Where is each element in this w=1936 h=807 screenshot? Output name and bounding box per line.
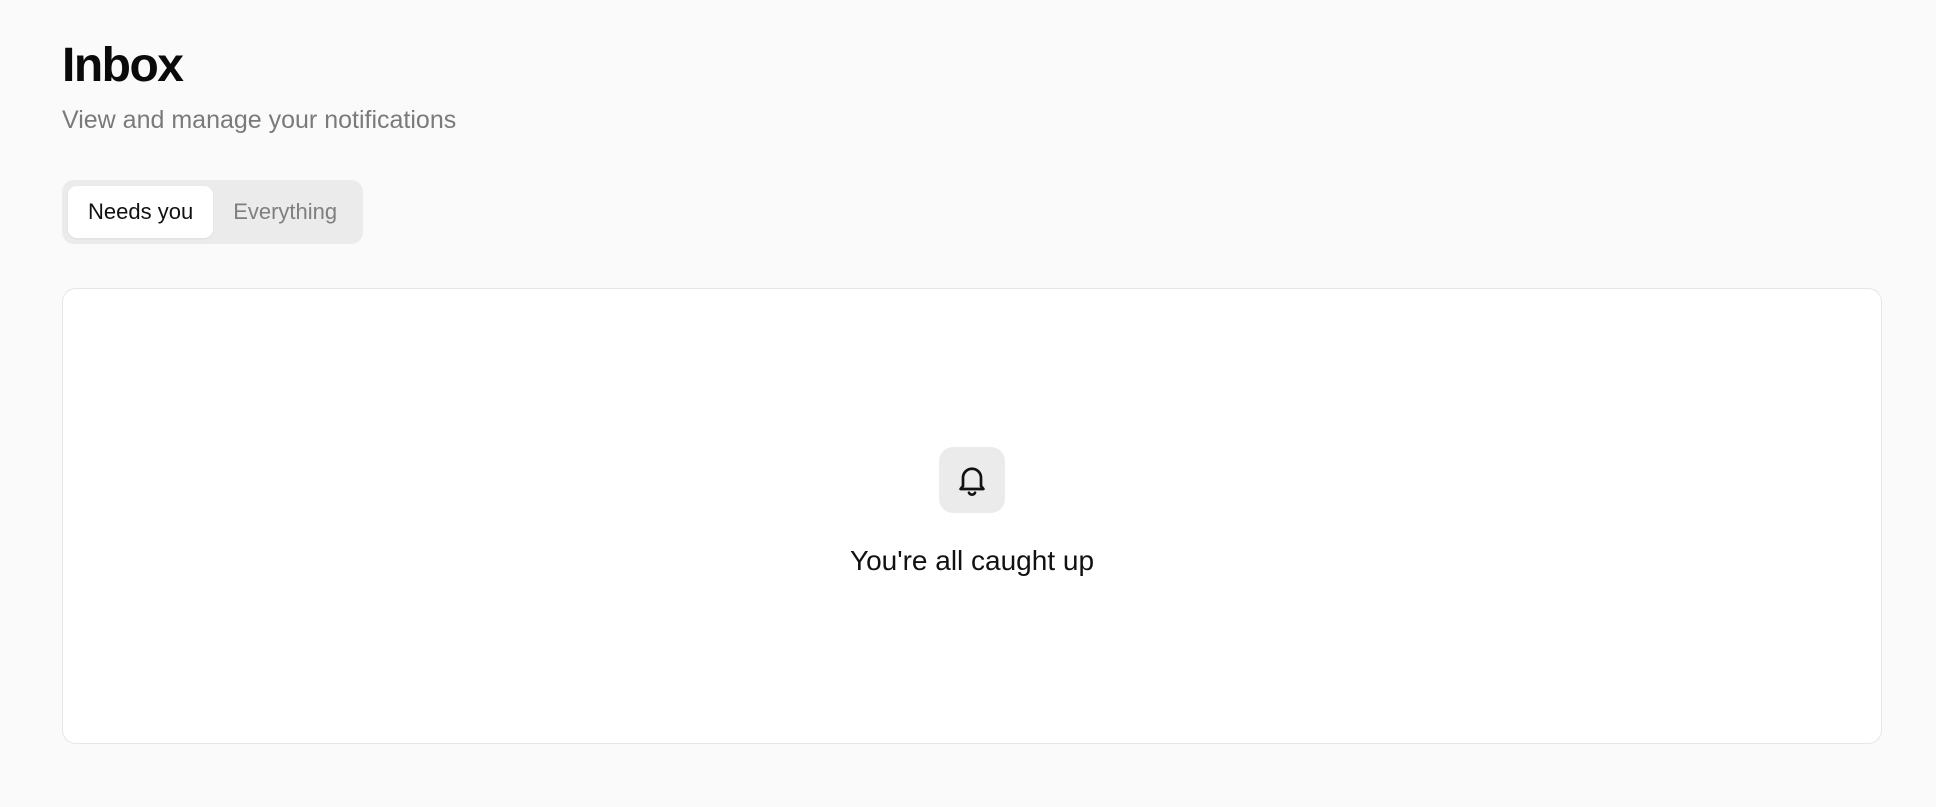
notifications-panel: You're all caught up	[62, 288, 1882, 744]
page-subtitle: View and manage your notifications	[62, 106, 457, 134]
inbox-page: Inbox View and manage your notifications…	[0, 0, 1936, 807]
empty-state-message: You're all caught up	[849, 545, 1095, 576]
tab-needs-you[interactable]: Needs you	[68, 186, 214, 238]
bell-icon	[939, 447, 1005, 513]
empty-state: You're all caught up	[63, 447, 1881, 579]
tab-switcher: Needs you Everything	[62, 180, 364, 244]
page-title: Inbox	[62, 39, 184, 92]
tab-everything[interactable]: Everything	[213, 186, 357, 238]
